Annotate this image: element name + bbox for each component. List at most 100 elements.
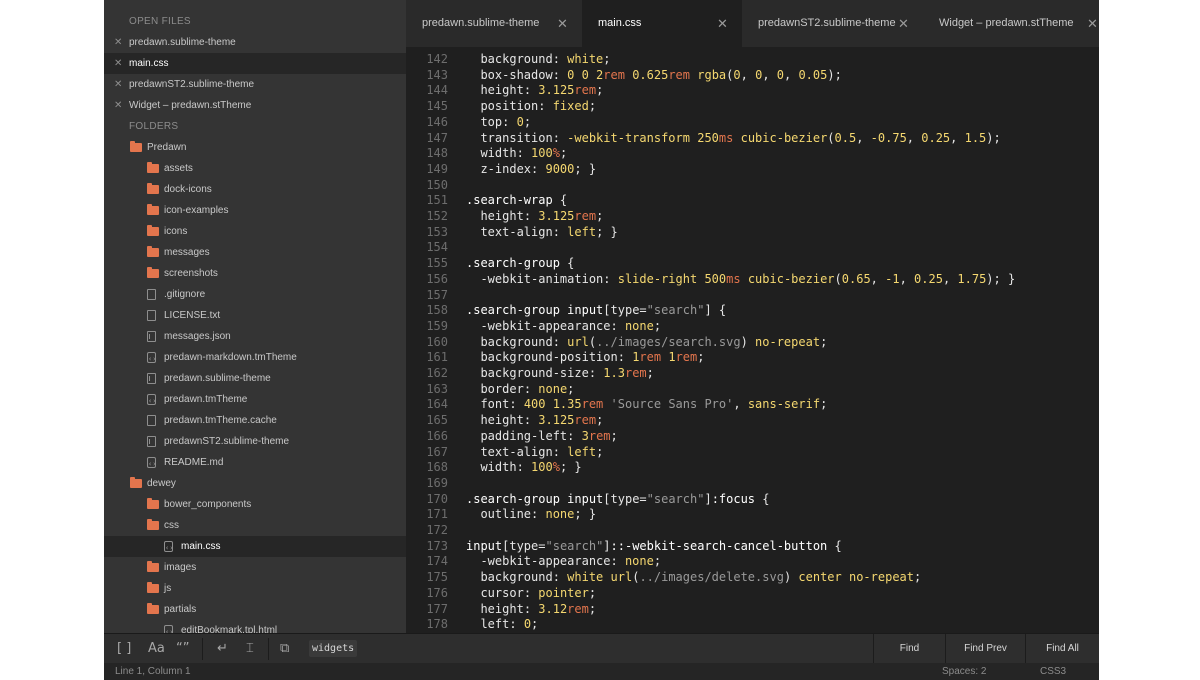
code-line[interactable]: z-index: 9000; } bbox=[466, 162, 596, 176]
code-line[interactable]: padding-left: 3rem; bbox=[466, 429, 617, 443]
open-file-label: predawnST2.sublime-theme bbox=[129, 79, 255, 90]
tree-item-label: Predawn bbox=[147, 142, 187, 153]
code-line[interactable]: left: 0; bbox=[466, 617, 538, 631]
folder-item[interactable]: bower_components bbox=[104, 494, 406, 515]
tree-item-label: predawn.sublime-theme bbox=[164, 373, 271, 384]
file-item[interactable]: predawn.tmTheme bbox=[104, 389, 406, 412]
folder-item[interactable]: assets bbox=[104, 158, 406, 179]
close-icon[interactable]: ✕ bbox=[557, 0, 568, 47]
code-line[interactable]: font: 400 1.35rem 'Source Sans Pro', san… bbox=[466, 397, 827, 411]
code-line[interactable]: position: fixed; bbox=[466, 99, 596, 113]
folder-item[interactable]: partials bbox=[104, 599, 406, 620]
folder-item[interactable]: screenshots bbox=[104, 263, 406, 284]
find-prev-button[interactable]: Find Prev bbox=[945, 634, 1025, 664]
code-line[interactable]: -webkit-appearance: none; bbox=[466, 554, 661, 568]
open-file-item[interactable]: ✕ predawnST2.sublime-theme bbox=[104, 74, 406, 95]
case-sensitive-icon[interactable]: Aa bbox=[148, 641, 165, 656]
tab-predawn-sublime-theme[interactable]: predawn.sublime-theme ✕ bbox=[406, 0, 582, 47]
code-line[interactable]: background: white url(../images/delete.s… bbox=[466, 570, 921, 584]
code-line[interactable]: .search-group input[type="search"] { bbox=[466, 303, 726, 317]
code-line[interactable]: height: 3.12rem; bbox=[466, 602, 596, 616]
close-icon[interactable]: ✕ bbox=[114, 53, 122, 74]
folder-item[interactable]: icon-examples bbox=[104, 200, 406, 221]
close-icon[interactable]: ✕ bbox=[1087, 0, 1098, 47]
line-number: 171 bbox=[426, 507, 448, 522]
regex-toggle-icon[interactable]: [ ] bbox=[117, 641, 131, 656]
close-icon[interactable]: ✕ bbox=[114, 95, 122, 116]
wrap-icon[interactable]: ↵ bbox=[217, 641, 228, 656]
indentation-setting[interactable]: Spaces: 2 bbox=[942, 663, 986, 680]
file-item[interactable]: messages.json bbox=[104, 326, 406, 347]
tree-item-label: README.md bbox=[164, 457, 224, 468]
code-line[interactable]: width: 100%; bbox=[466, 146, 567, 160]
line-number: 162 bbox=[426, 366, 448, 380]
code-line[interactable]: height: 3.125rem; bbox=[466, 83, 603, 97]
code-line[interactable]: .search-wrap { bbox=[466, 193, 567, 207]
close-icon[interactable]: ✕ bbox=[114, 32, 122, 53]
code-line[interactable]: input[type="search"]::-webkit-search-can… bbox=[466, 539, 842, 553]
code-line[interactable]: background-size: 1.3rem; bbox=[466, 366, 653, 380]
folder-item[interactable]: images bbox=[104, 557, 406, 578]
file-item[interactable]: predawn-markdown.tmTheme bbox=[104, 347, 406, 370]
folder-item[interactable]: css bbox=[104, 515, 406, 536]
code-line[interactable]: background: url(../images/search.svg) no… bbox=[466, 335, 827, 349]
line-number: 159 bbox=[426, 318, 448, 333]
file-item[interactable]: LICENSE.txt bbox=[104, 305, 406, 326]
close-icon[interactable]: ✕ bbox=[717, 0, 728, 47]
code-line[interactable]: text-align: left; } bbox=[466, 225, 617, 239]
code-line[interactable]: height: 3.125rem; bbox=[466, 413, 603, 427]
open-file-label: Widget – predawn.stTheme bbox=[129, 100, 252, 111]
whole-word-icon[interactable]: “” bbox=[176, 641, 189, 656]
code-line[interactable]: top: 0; bbox=[466, 115, 531, 129]
code-line[interactable]: outline: none; } bbox=[466, 507, 596, 521]
file-item[interactable]: predawnST2.sublime-theme bbox=[104, 431, 406, 452]
file-item[interactable]: editBookmark.tpl.html bbox=[104, 620, 406, 633]
code-line[interactable]: box-shadow: 0 0 2rem 0.625rem rgba(0, 0,… bbox=[466, 68, 841, 82]
in-selection-icon[interactable]: ⌶ bbox=[246, 641, 254, 656]
file-item[interactable]: predawn.sublime-theme bbox=[104, 368, 406, 389]
open-file-item[interactable]: ✕ Widget – predawn.stTheme bbox=[104, 95, 406, 116]
code-line[interactable]: height: 3.125rem; bbox=[466, 209, 603, 223]
code-line[interactable]: border: none; bbox=[466, 382, 574, 396]
tree-item-label: main.css bbox=[181, 541, 221, 552]
tab-predawnst2-sublime-theme[interactable]: predawnST2.sublime-theme ✕ bbox=[742, 0, 923, 47]
folder-item[interactable]: js bbox=[104, 578, 406, 599]
find-all-button[interactable]: Find All bbox=[1025, 634, 1099, 664]
file-item[interactable]: README.md bbox=[104, 452, 406, 475]
code-line[interactable]: .search-group { bbox=[466, 256, 574, 270]
code-line[interactable]: background: white; bbox=[466, 52, 610, 66]
folder-item[interactable]: icons bbox=[104, 221, 406, 242]
syntax-setting[interactable]: CSS3 bbox=[1040, 663, 1066, 680]
tab-widget-predawn-sttheme[interactable]: Widget – predawn.stTheme ✕ bbox=[923, 0, 1099, 47]
find-button[interactable]: Find bbox=[873, 634, 945, 664]
code-line[interactable]: transition: -webkit-transform 250ms cubi… bbox=[466, 131, 1000, 145]
code-line[interactable]: width: 100%; } bbox=[466, 460, 581, 474]
close-icon[interactable]: ✕ bbox=[114, 74, 122, 95]
tab-label: Widget – predawn.stTheme bbox=[939, 17, 1074, 29]
tree-item-label: dock-icons bbox=[164, 184, 212, 195]
code-line[interactable]: .search-group input[type="search"]:focus… bbox=[466, 492, 770, 506]
code-line[interactable]: -webkit-appearance: none; bbox=[466, 319, 661, 333]
file-item[interactable]: predawn.tmTheme.cache bbox=[104, 410, 406, 431]
find-input[interactable]: widgets bbox=[309, 640, 358, 657]
open-file-item[interactable]: ✕ predawn.sublime-theme bbox=[104, 32, 406, 53]
close-icon[interactable]: ✕ bbox=[898, 0, 909, 47]
open-file-item[interactable]: ✕ main.css bbox=[104, 53, 406, 74]
folder-item[interactable]: dock-icons bbox=[104, 179, 406, 200]
folder-icon bbox=[147, 582, 159, 593]
line-number: 160 bbox=[426, 334, 448, 349]
folder-item[interactable]: Predawn bbox=[104, 137, 406, 158]
code-line[interactable]: text-align: left; bbox=[466, 445, 603, 459]
highlight-matches-icon[interactable]: ⧉ bbox=[280, 641, 289, 656]
tab-main-css[interactable]: main.css ✕ bbox=[582, 0, 742, 47]
file-item[interactable]: .gitignore bbox=[104, 284, 406, 305]
folder-item[interactable]: messages bbox=[104, 242, 406, 263]
code-editor[interactable]: 142 background: white; 143 box-shadow: 0 … bbox=[406, 47, 1099, 633]
line-number: 158 bbox=[426, 303, 448, 318]
line-number: 151 bbox=[426, 193, 448, 208]
folder-item[interactable]: dewey bbox=[104, 473, 406, 494]
file-item[interactable]: main.css bbox=[104, 536, 406, 559]
code-line[interactable]: background-position: 1rem 1rem; bbox=[466, 350, 704, 364]
code-line[interactable]: cursor: pointer; bbox=[466, 586, 596, 600]
code-line[interactable]: -webkit-animation: slide-right 500ms cub… bbox=[466, 272, 1015, 286]
